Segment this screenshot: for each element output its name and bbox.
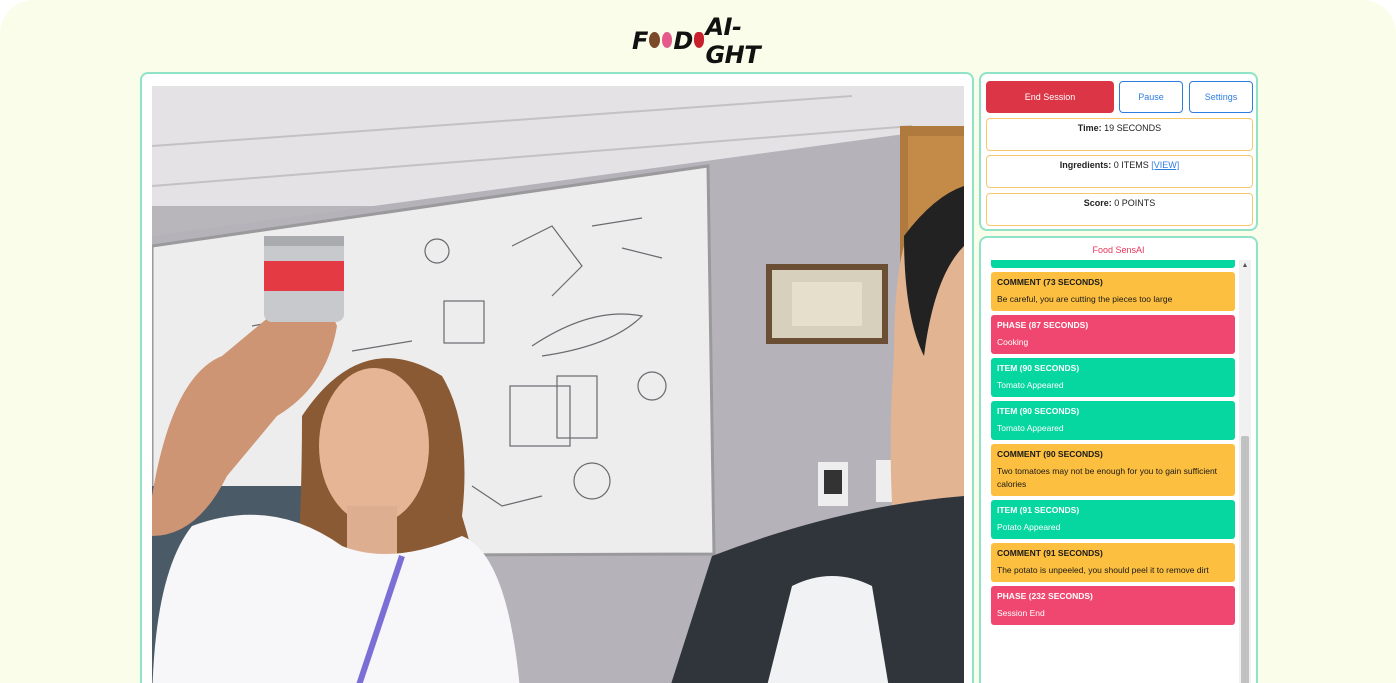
scrollbar-thumb[interactable] <box>1241 436 1249 683</box>
pause-button[interactable]: Pause <box>1119 81 1183 113</box>
ingredients-stat: Ingredients: 0 ITEMS [VIEW] <box>986 155 1253 188</box>
feed-card: ITEM (90 SECONDS) Tomato Appeared <box>991 401 1235 440</box>
ingredients-label: Ingredients: <box>1059 160 1112 170</box>
feed-card-header: COMMENT (73 SECONDS) <box>997 277 1103 287</box>
feed-list: COMMENT (73 SECONDS) Be careful, you are… <box>991 260 1235 629</box>
feed-card-text: Session End <box>997 608 1045 618</box>
feed-card-header: ITEM (91 SECONDS) <box>997 505 1080 515</box>
feed-card-header: COMMENT (90 SECONDS) <box>997 449 1103 459</box>
feed-card: COMMENT (91 SECONDS) The potato is unpee… <box>991 543 1235 582</box>
time-stat: Time: 19 SECONDS <box>986 118 1253 151</box>
app-root: F D AI-GHT End Session Pause Settings Ti… <box>0 0 1396 683</box>
feed-card-header: COMMENT (91 SECONDS) <box>997 548 1103 558</box>
feed-panel: Food SensAI COMMENT (73 SECONDS) Be care… <box>979 236 1258 683</box>
feed-card: PHASE (232 SECONDS) Session End <box>991 586 1235 625</box>
feed-card-text: The potato is unpeeled, you should peel … <box>997 565 1209 575</box>
logo-text-aight: AI-GHT <box>705 13 761 69</box>
feed-scroll-area[interactable]: COMMENT (73 SECONDS) Be careful, you are… <box>991 260 1235 683</box>
view-ingredients-link[interactable]: [VIEW] <box>1151 160 1179 170</box>
donut-icon <box>661 32 673 48</box>
feed-card: COMMENT (73 SECONDS) Be careful, you are… <box>991 272 1235 311</box>
feed-card-text: Cooking <box>997 337 1029 347</box>
feed-title: Food SensAI <box>1092 245 1145 255</box>
feed-card: ITEM (91 SECONDS) Potato Appeared <box>991 500 1235 539</box>
ingredients-value: 0 ITEMS <box>1113 160 1149 170</box>
feed-card-header: ITEM (90 SECONDS) <box>997 363 1080 373</box>
logo-text-d: D <box>673 27 693 55</box>
feed-card-header: PHASE (87 SECONDS) <box>997 320 1089 330</box>
feed-card-text: Two tomatoes may not be enough for you t… <box>997 466 1218 489</box>
webcam-feed <box>152 86 964 683</box>
boxing-glove-icon <box>693 32 705 48</box>
app-logo: F D AI-GHT <box>632 13 766 69</box>
video-panel <box>140 72 974 683</box>
triangle-up-icon[interactable]: ▲ <box>1239 260 1251 272</box>
feed-card-text: Tomato Appeared <box>997 380 1064 390</box>
feed-card-header: ITEM (90 SECONDS) <box>997 406 1080 416</box>
score-stat: Score: 0 POINTS <box>986 193 1253 226</box>
logo-text-f: F <box>632 27 648 55</box>
time-label: Time: <box>1077 123 1102 133</box>
feed-card-header: PHASE (232 SECONDS) <box>997 591 1093 601</box>
feed-card-partial <box>991 260 1235 268</box>
cookie-icon <box>648 32 660 48</box>
webcam-image <box>152 86 964 683</box>
feed-scrollbar[interactable]: ▲ <box>1239 260 1251 683</box>
time-value: 19 SECONDS <box>1104 123 1162 133</box>
feed-card: PHASE (87 SECONDS) Cooking <box>991 315 1235 354</box>
settings-button[interactable]: Settings <box>1189 81 1253 113</box>
feed-card-text: Tomato Appeared <box>997 423 1064 433</box>
feed-card: COMMENT (90 SECONDS) Two tomatoes may no… <box>991 444 1235 496</box>
feed-card-text: Be careful, you are cutting the pieces t… <box>997 294 1173 304</box>
feed-card-text: Potato Appeared <box>997 522 1061 532</box>
end-session-button[interactable]: End Session <box>986 81 1114 113</box>
score-label: Score: <box>1083 198 1112 208</box>
score-value: 0 POINTS <box>1114 198 1156 208</box>
control-panel: End Session Pause Settings Time: 19 SECO… <box>979 72 1258 231</box>
feed-card: ITEM (90 SECONDS) Tomato Appeared <box>991 358 1235 397</box>
